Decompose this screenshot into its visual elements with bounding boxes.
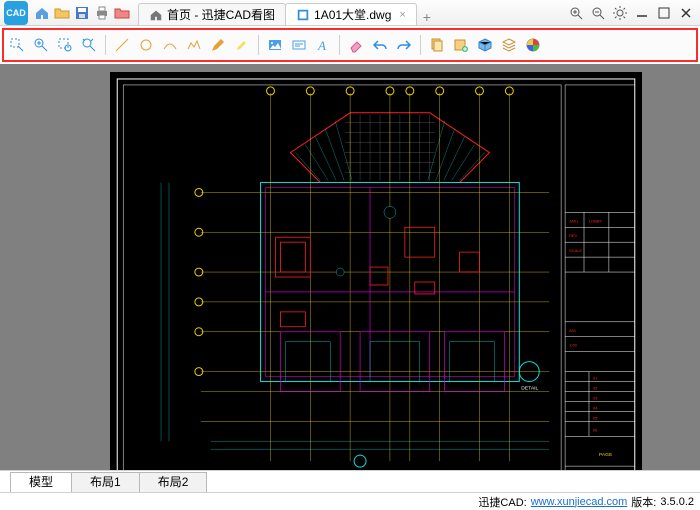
image-tool-icon[interactable] [264, 34, 286, 56]
svg-text:1:50: 1:50 [569, 343, 578, 348]
line-tool-icon[interactable] [111, 34, 133, 56]
qat-save-icon[interactable] [74, 5, 90, 21]
tab-label: 首页 - 迅捷CAD看图 [167, 6, 275, 23]
svg-text:05: 05 [593, 415, 598, 420]
zoom-extents-icon[interactable] [78, 34, 100, 56]
svg-text:PLAN: PLAN [354, 469, 367, 470]
qat-home-icon[interactable] [34, 5, 50, 21]
zoom-window-icon[interactable] [6, 34, 28, 56]
qat-recent-icon[interactable] [114, 5, 130, 21]
svg-text:LOBBY: LOBBY [589, 218, 603, 223]
svg-text:PAGE: PAGE [599, 452, 613, 458]
toolbar-separator [258, 35, 259, 55]
svg-text:02: 02 [593, 385, 597, 390]
layout-tabs: 模型 布局1 布局2 [0, 470, 700, 492]
highlighter-icon[interactable] [231, 34, 253, 56]
svg-text:03: 03 [593, 395, 598, 400]
maximize-button[interactable] [654, 4, 674, 22]
tab-home[interactable]: 首页 - 迅捷CAD看图 [138, 3, 286, 25]
textbox-tool-icon[interactable] [288, 34, 310, 56]
toolbar-separator [420, 35, 421, 55]
settings-gear-icon[interactable] [610, 4, 630, 22]
status-bar: 迅捷CAD: www.xunjiecad.com 版本: 3.5.0.2 [0, 492, 700, 510]
tab-close-icon[interactable]: × [399, 9, 405, 21]
layer-add-icon[interactable] [450, 34, 472, 56]
layers-stacked-icon[interactable] [498, 34, 520, 56]
title-bar: CAD 首页 - 迅捷CAD看图 1A01大堂.dwg × + [0, 0, 700, 26]
undo-icon[interactable] [369, 34, 391, 56]
svg-text:DETAIL: DETAIL [521, 385, 538, 391]
home-icon [149, 8, 163, 22]
toolbar-highlight: A [2, 28, 698, 62]
zoom-in-icon[interactable] [30, 34, 52, 56]
svg-text:SCALE: SCALE [569, 248, 582, 253]
add-tab-button[interactable]: + [416, 9, 438, 25]
svg-text:06: 06 [593, 427, 598, 432]
polyline-tool-icon[interactable] [183, 34, 205, 56]
drawing-viewport[interactable]: 1A01 LOBBY REV SCALE A01 1:50 01 02 03 04 05 0… [110, 72, 642, 470]
dwg-icon [296, 8, 310, 22]
arc-tool-icon[interactable] [159, 34, 181, 56]
cube-3d-icon[interactable] [474, 34, 496, 56]
close-button[interactable] [676, 4, 696, 22]
svg-text:1A01: 1A01 [569, 218, 579, 223]
quick-access-toolbar [32, 5, 132, 21]
svg-text:01: 01 [593, 376, 598, 381]
color-wheel-icon[interactable] [522, 34, 544, 56]
app-logo: CAD [4, 1, 28, 25]
minimize-button[interactable] [632, 4, 652, 22]
layout-tab-model[interactable]: 模型 [10, 472, 72, 492]
tab-label: 1A01大堂.dwg [314, 6, 391, 23]
qat-open-icon[interactable] [54, 5, 70, 21]
eraser-tool-icon[interactable] [345, 34, 367, 56]
main-toolbar: A [6, 31, 694, 59]
drawing-canvas-area[interactable]: 1A01 LOBBY REV SCALE A01 1:50 01 02 03 04 05 0… [0, 64, 700, 470]
zoom-out-icon[interactable] [54, 34, 76, 56]
svg-text:A01: A01 [569, 328, 577, 333]
qat-print-icon[interactable] [94, 5, 110, 21]
edit-pencil-icon[interactable] [207, 34, 229, 56]
magnify-plus-icon[interactable] [566, 4, 586, 22]
status-brand: 迅捷CAD: [478, 494, 526, 510]
circle-tool-icon[interactable] [135, 34, 157, 56]
magnify-minus-icon[interactable] [588, 4, 608, 22]
document-tabs: 首页 - 迅捷CAD看图 1A01大堂.dwg × + [138, 0, 438, 25]
status-version-label: 版本: [631, 494, 656, 510]
layer-sheet-icon[interactable] [426, 34, 448, 56]
toolbar-separator [339, 35, 340, 55]
text-a-tool-icon[interactable]: A [312, 34, 334, 56]
layout-tab-2[interactable]: 布局2 [139, 472, 208, 492]
layout-tab-1[interactable]: 布局1 [71, 472, 140, 492]
redo-icon[interactable] [393, 34, 415, 56]
tab-drawing[interactable]: 1A01大堂.dwg × [285, 3, 417, 25]
window-controls [566, 4, 700, 22]
svg-text:04: 04 [593, 405, 598, 410]
svg-text:A: A [317, 38, 326, 53]
svg-text:REV: REV [569, 233, 578, 238]
toolbar-separator [105, 35, 106, 55]
